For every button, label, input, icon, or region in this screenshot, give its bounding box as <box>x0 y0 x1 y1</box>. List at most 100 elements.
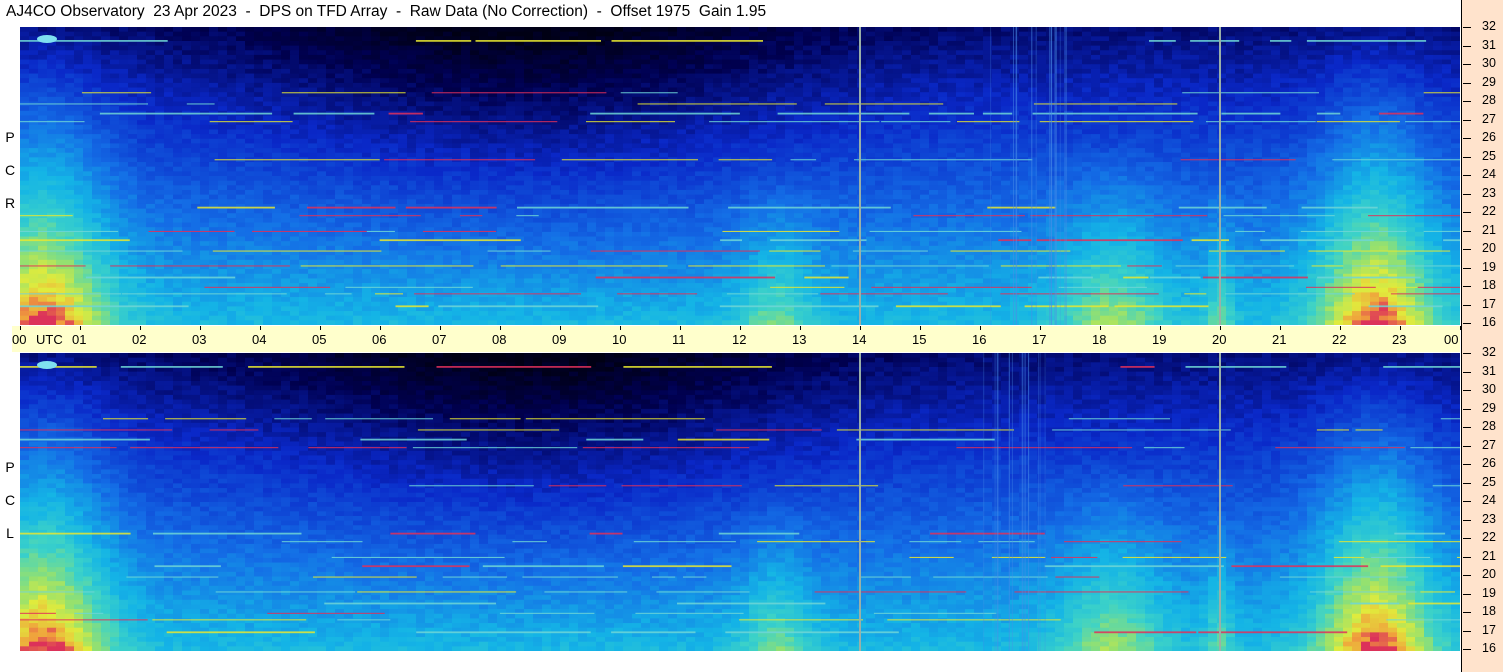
heatmap-cell <box>1451 162 1460 168</box>
heatmap-cell <box>317 101 327 107</box>
heatmap-cell <box>875 27 885 33</box>
heatmap-cell <box>722 148 732 154</box>
heatmap-cell <box>128 73 138 79</box>
heatmap-cell <box>1136 73 1146 79</box>
heatmap-cell <box>1316 120 1326 126</box>
heatmap-cell <box>56 78 66 84</box>
heatmap-cell <box>1298 120 1308 126</box>
heatmap-cell <box>488 166 498 172</box>
heatmap-cell <box>641 152 651 158</box>
heatmap-cell <box>65 78 75 84</box>
heatmap-cell <box>587 78 597 84</box>
heatmap-cell <box>542 68 552 75</box>
heatmap-cell <box>245 59 255 65</box>
heatmap-cell <box>605 73 615 79</box>
heatmap-cell <box>866 96 876 103</box>
heatmap-cell <box>155 68 165 75</box>
heatmap-cell <box>1307 129 1317 135</box>
heatmap-cell <box>1433 68 1443 75</box>
heatmap-cell <box>164 171 174 177</box>
heatmap-cell <box>245 73 255 79</box>
heatmap-cell <box>1217 45 1227 51</box>
heatmap-cell <box>1253 138 1263 145</box>
heatmap-cell <box>569 59 579 65</box>
heatmap-cell <box>299 143 309 149</box>
heatmap-cell <box>821 143 831 149</box>
heatmap-cell <box>974 54 984 61</box>
heatmap-cell <box>1100 115 1110 121</box>
heatmap-cell <box>614 27 624 33</box>
heatmap-cell <box>542 134 552 140</box>
heatmap-cell <box>227 27 237 33</box>
heatmap-cell <box>488 115 498 121</box>
heatmap-cell <box>155 82 165 89</box>
heatmap-cell <box>362 115 372 121</box>
heatmap-cell <box>1001 148 1011 154</box>
heatmap-cell <box>380 138 390 145</box>
heatmap-cell <box>920 143 930 149</box>
heatmap-cell <box>623 101 633 107</box>
heatmap-cell <box>1073 106 1083 112</box>
heatmap-cell <box>164 78 174 84</box>
heatmap-cell <box>1280 138 1290 145</box>
heatmap-cell <box>461 110 471 117</box>
heatmap-cell <box>569 68 579 75</box>
heatmap-cell <box>1199 138 1209 145</box>
heatmap-cell <box>218 64 228 70</box>
heatmap-cell <box>1118 124 1128 131</box>
heatmap-cell <box>803 166 813 172</box>
heatmap-cell <box>56 138 66 145</box>
heatmap-cell <box>236 138 246 145</box>
heatmap-cell <box>1037 115 1047 121</box>
heatmap-cell <box>713 143 723 149</box>
heatmap-cell <box>542 115 552 121</box>
heatmap-cell <box>974 134 984 140</box>
heatmap-cell <box>1397 68 1407 75</box>
heatmap-cell <box>1307 31 1317 37</box>
heatmap-cell <box>947 64 957 70</box>
heatmap-cell <box>1001 59 1011 65</box>
heatmap-cell <box>344 106 354 112</box>
heatmap-cell <box>848 87 858 93</box>
heatmap-cell <box>497 166 507 172</box>
heatmap-cell <box>839 27 849 33</box>
heatmap-cell <box>722 87 732 93</box>
heatmap-cell <box>1217 143 1227 149</box>
heatmap-cell <box>920 45 930 51</box>
heatmap-cell <box>1100 73 1110 79</box>
heatmap-cell <box>1361 162 1371 168</box>
heatmap-cell <box>272 166 282 172</box>
heatmap-cell <box>1136 59 1146 65</box>
heatmap-cell <box>1433 54 1443 61</box>
heatmap-cell <box>92 148 102 154</box>
heatmap-cell <box>218 96 228 103</box>
heatmap-cell <box>20 143 30 149</box>
heatmap-cell <box>1397 148 1407 154</box>
heatmap-cell <box>830 115 840 121</box>
heatmap-cell <box>1109 78 1119 84</box>
heatmap-cell <box>812 115 822 121</box>
heatmap-cell <box>551 96 561 103</box>
heatmap-cell <box>362 31 372 37</box>
heatmap-cell <box>956 27 966 33</box>
heatmap-cell <box>218 124 228 131</box>
heatmap-cell <box>65 138 75 145</box>
heatmap-cell <box>1415 120 1425 126</box>
heatmap-cell <box>380 36 390 42</box>
heatmap-cell <box>1433 101 1443 107</box>
heatmap-cell <box>353 50 363 56</box>
heatmap-cell <box>74 138 84 145</box>
heatmap-cell <box>839 59 849 65</box>
heatmap-cell <box>1118 152 1128 158</box>
heatmap-cell <box>236 124 246 131</box>
heatmap-cell <box>587 115 597 121</box>
heatmap-cell <box>1154 152 1164 158</box>
heatmap-cell <box>1397 120 1407 126</box>
heatmap-cell <box>1127 87 1137 93</box>
heatmap-cell <box>650 106 660 112</box>
heatmap-cell <box>965 87 975 93</box>
heatmap-cell <box>587 138 597 145</box>
heatmap-cell <box>308 134 318 140</box>
heatmap-cell <box>29 115 39 121</box>
heatmap-cell <box>407 54 417 61</box>
